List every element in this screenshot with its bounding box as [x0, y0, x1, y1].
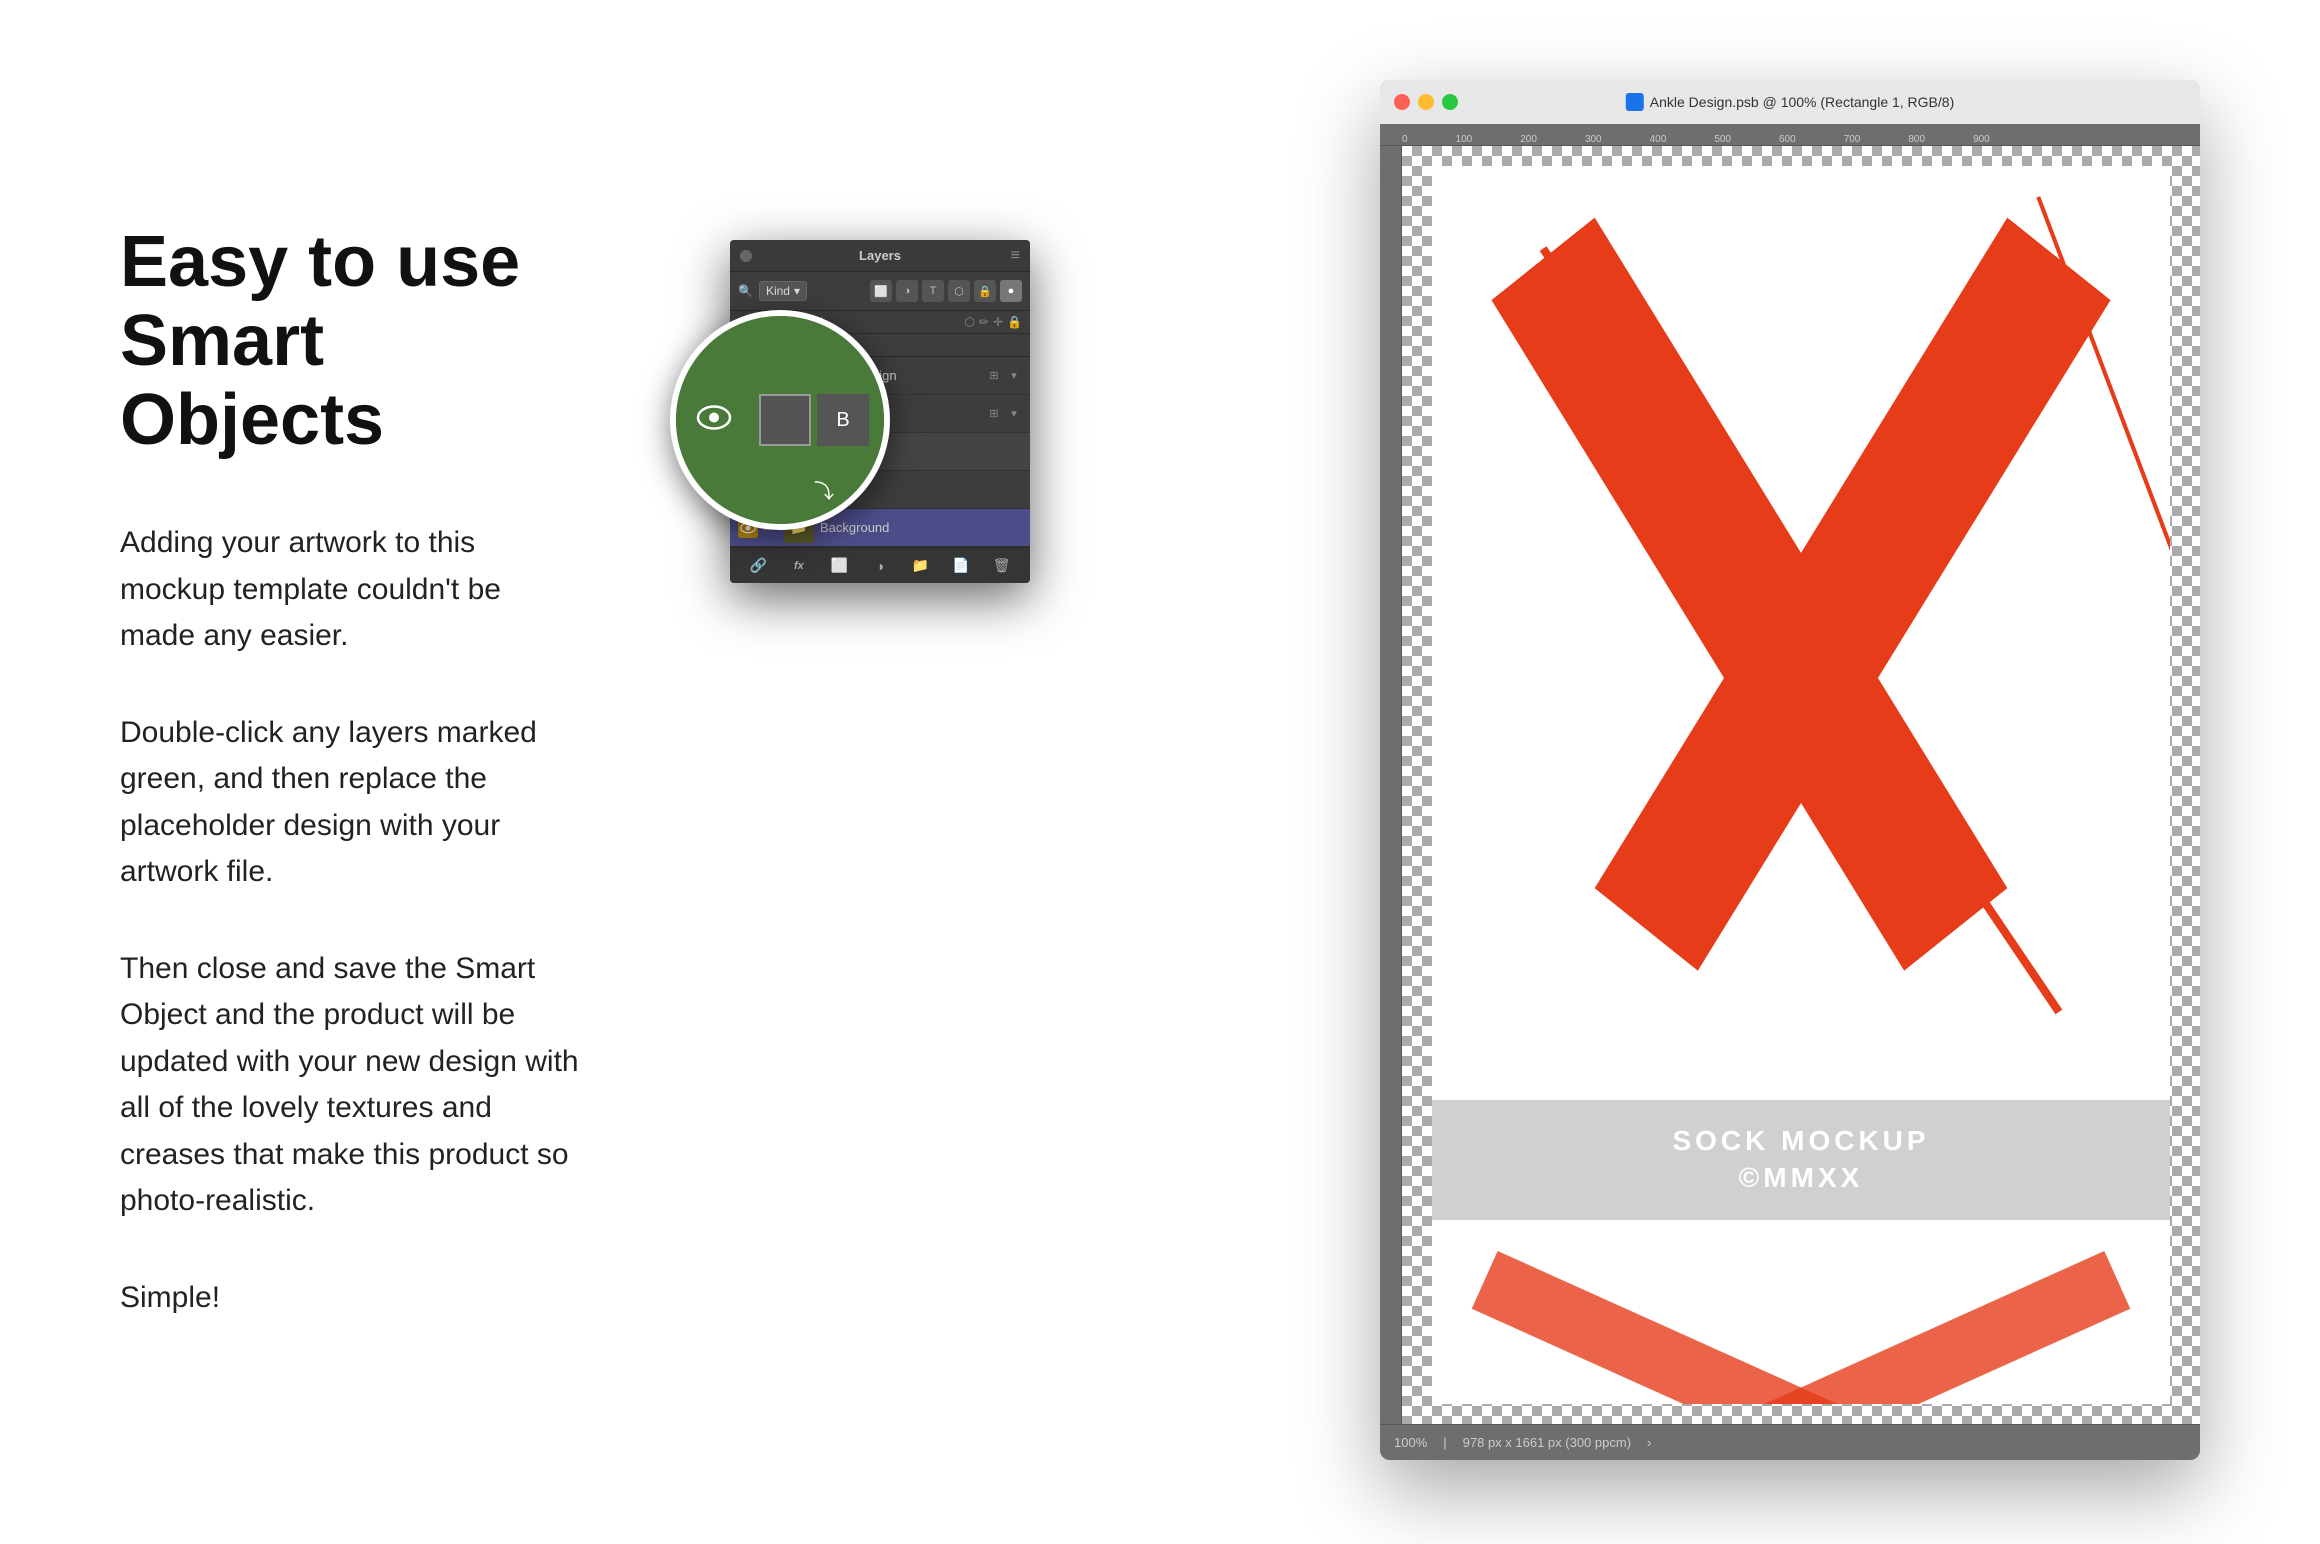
lock-all-icon[interactable]: 🔒 [1007, 315, 1022, 329]
layers-filter-select[interactable]: Kind ▾ [759, 281, 807, 301]
paragraph-2: Double-click any layers marked green, an… [120, 710, 580, 896]
ruler-900: 900 [1973, 134, 1990, 145]
paragraph-3: Then close and save the Smart Object and… [120, 946, 580, 1225]
lock-transparency-icon[interactable]: ⬡ [964, 315, 974, 329]
link-layers-button[interactable]: 🔗 [745, 553, 771, 579]
ps-app-icon [1626, 93, 1644, 111]
sock-brand-line2: ©MMXX [1672, 1160, 1929, 1196]
ruler-vertical [1380, 146, 1402, 1424]
sock-mockup: SOCK MOCKUP ©MMXX [1432, 166, 2170, 1404]
filter-adjustment-icon[interactable]: ◑ [896, 280, 918, 302]
adjustment-button[interactable]: ◑ [867, 553, 893, 579]
ankle-icons: ⊞ ▾ [986, 368, 1022, 384]
layers-menu-icon[interactable]: ≡ [1011, 247, 1020, 265]
close-button[interactable] [1394, 94, 1410, 110]
layers-bottom-bar: 🔗 fx ⬜ ◑ 📁 📄 🗑 [730, 547, 1030, 583]
add-mask-button[interactable]: ⬜ [826, 553, 852, 579]
photoshop-window: Ankle Design.psb @ 100% (Rectangle 1, RG… [1380, 80, 2200, 1460]
foot-smart-icon: ⊞ [986, 406, 1002, 422]
fx-button[interactable]: fx [786, 553, 812, 579]
ruler-500: 500 [1714, 134, 1731, 145]
sock-brand-text: SOCK MOCKUP ©MMXX [1672, 1123, 1929, 1196]
sock-x-svg [1432, 166, 2170, 1095]
lock-icons: ⬡ ✏ ✛ 🔒 [964, 315, 1022, 329]
layers-filter-icons: ⬜ ◑ T ⬡ 🔒 ● [870, 280, 1022, 302]
svg-text:B: B [836, 409, 849, 431]
paragraph-1: Adding your artwork to this mockup templ… [120, 520, 580, 660]
panel-close-button[interactable] [740, 250, 752, 262]
status-arrow[interactable]: › [1647, 1435, 1651, 1450]
zoom-thumbnails: B [759, 394, 869, 446]
filter-type-icon[interactable]: T [922, 280, 944, 302]
ruler-600: 600 [1779, 134, 1796, 145]
zoom-content: B ⤵ [676, 316, 884, 524]
filter-toggle[interactable]: ● [1000, 280, 1022, 302]
ps-titlebar: Ankle Design.psb @ 100% (Rectangle 1, RG… [1380, 80, 2200, 124]
minimize-button[interactable] [1418, 94, 1434, 110]
zoom-level: 100% [1394, 1435, 1427, 1450]
zoom-expand-icon: ⤵ [814, 475, 834, 504]
ankle-smart-icon: ⊞ [986, 368, 1002, 384]
filter-label: Kind [766, 284, 790, 298]
layers-filter-row: 🔍 Kind ▾ ⬜ ◑ T ⬡ 🔒 ● [730, 272, 1030, 311]
ruler-300: 300 [1585, 134, 1602, 145]
ruler-700: 700 [1844, 134, 1861, 145]
foot-expand-icon[interactable]: ▾ [1006, 406, 1022, 422]
filter-smart-icon[interactable]: 🔒 [974, 280, 996, 302]
zoom-thumb-1 [759, 394, 811, 446]
delete-layer-button[interactable]: 🗑 [989, 553, 1015, 579]
filter-shape-icon[interactable]: ⬡ [948, 280, 970, 302]
filter-dropdown-arrow: ▾ [794, 284, 800, 298]
search-icon: 🔍 [738, 284, 753, 298]
maximize-button[interactable] [1442, 94, 1458, 110]
sock-band: SOCK MOCKUP ©MMXX [1432, 1100, 2170, 1220]
layers-panel-title: Layers [859, 248, 901, 263]
lock-pixels-icon[interactable]: ✏ [979, 315, 989, 329]
text-section: Easy to use Smart Objects Adding your ar… [120, 223, 640, 1322]
window-title-text: Ankle Design.psb @ 100% (Rectangle 1, RG… [1650, 94, 1954, 110]
ruler-marks: 0 100 200 300 400 500 600 700 800 900 [1380, 124, 2038, 145]
ruler-horizontal: 0 100 200 300 400 500 600 700 800 900 [1380, 124, 2200, 146]
canvas-dimensions: 978 px x 1661 px (300 ppcm) [1463, 1435, 1631, 1450]
ruler-400: 400 [1650, 134, 1667, 145]
page-container: Easy to use Smart Objects Adding your ar… [0, 0, 2320, 1544]
new-layer-button[interactable]: 📄 [948, 553, 974, 579]
ruler-100: 100 [1456, 134, 1473, 145]
sock-brand-line1: SOCK MOCKUP [1672, 1123, 1929, 1159]
heading-line2: Smart Objects [120, 301, 384, 460]
ankle-expand-icon[interactable]: ▾ [1006, 368, 1022, 384]
zoom-thumb-2: B [817, 394, 869, 446]
canvas-area: SOCK MOCKUP ©MMXX [1380, 146, 2200, 1424]
foot-icons: ⊞ ▾ [986, 406, 1022, 422]
mockup-section: Ankle Design.psb @ 100% (Rectangle 1, RG… [640, 0, 2200, 1544]
status-separator: | [1443, 1435, 1446, 1450]
sock-lower-svg [1432, 1220, 2170, 1405]
ruler-800: 800 [1908, 134, 1925, 145]
ps-canvas[interactable]: SOCK MOCKUP ©MMXX [1402, 146, 2200, 1424]
ruler-0: 0 [1402, 134, 1408, 145]
layers-panel-titlebar: Layers ≡ [730, 240, 1030, 272]
group-button[interactable]: 📁 [908, 553, 934, 579]
ruler-200: 200 [1520, 134, 1537, 145]
filter-pixel-icon[interactable]: ⬜ [870, 280, 892, 302]
window-title: Ankle Design.psb @ 100% (Rectangle 1, RG… [1626, 93, 1954, 111]
paragraph-4: Simple! [120, 1275, 580, 1322]
lock-position-icon[interactable]: ✛ [993, 315, 1003, 329]
heading-line1: Easy to use [120, 222, 520, 302]
canvas-content: SOCK MOCKUP ©MMXX [1432, 166, 2170, 1404]
zoom-eye [696, 405, 732, 436]
zoom-circle: B ⤵ [670, 310, 890, 530]
main-heading: Easy to use Smart Objects [120, 223, 580, 461]
ps-statusbar: 100% | 978 px x 1661 px (300 ppcm) › [1380, 1424, 2200, 1460]
